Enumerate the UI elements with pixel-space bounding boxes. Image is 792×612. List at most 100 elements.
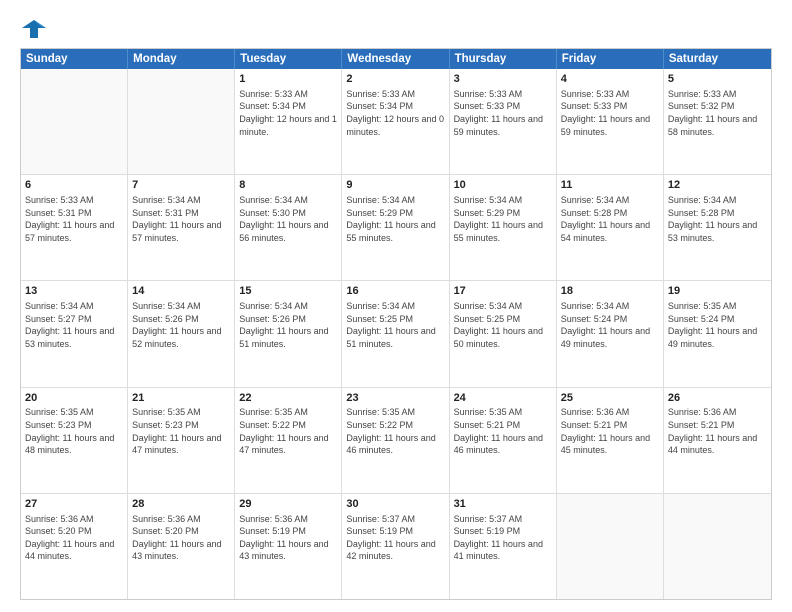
day-cell-empty xyxy=(557,494,664,599)
calendar-row-2: 6Sunrise: 5:33 AM Sunset: 5:31 PM Daylig… xyxy=(21,175,771,281)
day-info: Sunrise: 5:35 AM Sunset: 5:22 PM Dayligh… xyxy=(346,406,444,456)
day-info: Sunrise: 5:34 AM Sunset: 5:25 PM Dayligh… xyxy=(454,300,552,350)
day-cell-8: 8Sunrise: 5:34 AM Sunset: 5:30 PM Daylig… xyxy=(235,175,342,280)
day-number: 21 xyxy=(132,391,230,406)
day-cell-28: 28Sunrise: 5:36 AM Sunset: 5:20 PM Dayli… xyxy=(128,494,235,599)
day-number: 19 xyxy=(668,284,767,299)
calendar-row-5: 27Sunrise: 5:36 AM Sunset: 5:20 PM Dayli… xyxy=(21,494,771,599)
day-info: Sunrise: 5:37 AM Sunset: 5:19 PM Dayligh… xyxy=(454,513,552,563)
day-number: 23 xyxy=(346,391,444,406)
day-number: 17 xyxy=(454,284,552,299)
day-info: Sunrise: 5:35 AM Sunset: 5:22 PM Dayligh… xyxy=(239,406,337,456)
day-info: Sunrise: 5:34 AM Sunset: 5:29 PM Dayligh… xyxy=(454,194,552,244)
day-number: 28 xyxy=(132,497,230,512)
day-cell-25: 25Sunrise: 5:36 AM Sunset: 5:21 PM Dayli… xyxy=(557,388,664,493)
day-cell-6: 6Sunrise: 5:33 AM Sunset: 5:31 PM Daylig… xyxy=(21,175,128,280)
day-cell-27: 27Sunrise: 5:36 AM Sunset: 5:20 PM Dayli… xyxy=(21,494,128,599)
day-info: Sunrise: 5:36 AM Sunset: 5:19 PM Dayligh… xyxy=(239,513,337,563)
day-cell-2: 2Sunrise: 5:33 AM Sunset: 5:34 PM Daylig… xyxy=(342,69,449,174)
day-number: 25 xyxy=(561,391,659,406)
calendar: SundayMondayTuesdayWednesdayThursdayFrid… xyxy=(20,48,772,600)
day-number: 10 xyxy=(454,178,552,193)
page: SundayMondayTuesdayWednesdayThursdayFrid… xyxy=(0,0,792,612)
day-info: Sunrise: 5:33 AM Sunset: 5:33 PM Dayligh… xyxy=(454,88,552,138)
day-info: Sunrise: 5:36 AM Sunset: 5:20 PM Dayligh… xyxy=(25,513,123,563)
calendar-row-1: 1Sunrise: 5:33 AM Sunset: 5:34 PM Daylig… xyxy=(21,69,771,175)
day-cell-31: 31Sunrise: 5:37 AM Sunset: 5:19 PM Dayli… xyxy=(450,494,557,599)
day-cell-3: 3Sunrise: 5:33 AM Sunset: 5:33 PM Daylig… xyxy=(450,69,557,174)
day-number: 4 xyxy=(561,72,659,87)
day-info: Sunrise: 5:36 AM Sunset: 5:21 PM Dayligh… xyxy=(668,406,767,456)
day-number: 26 xyxy=(668,391,767,406)
day-info: Sunrise: 5:34 AM Sunset: 5:30 PM Dayligh… xyxy=(239,194,337,244)
day-cell-20: 20Sunrise: 5:35 AM Sunset: 5:23 PM Dayli… xyxy=(21,388,128,493)
day-number: 6 xyxy=(25,178,123,193)
day-cell-5: 5Sunrise: 5:33 AM Sunset: 5:32 PM Daylig… xyxy=(664,69,771,174)
day-cell-empty xyxy=(21,69,128,174)
day-number: 11 xyxy=(561,178,659,193)
day-cell-26: 26Sunrise: 5:36 AM Sunset: 5:21 PM Dayli… xyxy=(664,388,771,493)
day-number: 9 xyxy=(346,178,444,193)
day-cell-21: 21Sunrise: 5:35 AM Sunset: 5:23 PM Dayli… xyxy=(128,388,235,493)
day-cell-10: 10Sunrise: 5:34 AM Sunset: 5:29 PM Dayli… xyxy=(450,175,557,280)
header-day-sunday: Sunday xyxy=(21,49,128,69)
day-cell-18: 18Sunrise: 5:34 AM Sunset: 5:24 PM Dayli… xyxy=(557,281,664,386)
day-cell-24: 24Sunrise: 5:35 AM Sunset: 5:21 PM Dayli… xyxy=(450,388,557,493)
header-day-friday: Friday xyxy=(557,49,664,69)
day-number: 13 xyxy=(25,284,123,299)
day-cell-empty xyxy=(128,69,235,174)
day-info: Sunrise: 5:34 AM Sunset: 5:27 PM Dayligh… xyxy=(25,300,123,350)
day-number: 22 xyxy=(239,391,337,406)
day-number: 3 xyxy=(454,72,552,87)
header-day-thursday: Thursday xyxy=(450,49,557,69)
day-cell-23: 23Sunrise: 5:35 AM Sunset: 5:22 PM Dayli… xyxy=(342,388,449,493)
day-info: Sunrise: 5:33 AM Sunset: 5:31 PM Dayligh… xyxy=(25,194,123,244)
day-cell-22: 22Sunrise: 5:35 AM Sunset: 5:22 PM Dayli… xyxy=(235,388,342,493)
day-cell-7: 7Sunrise: 5:34 AM Sunset: 5:31 PM Daylig… xyxy=(128,175,235,280)
day-number: 1 xyxy=(239,72,337,87)
day-number: 5 xyxy=(668,72,767,87)
day-cell-17: 17Sunrise: 5:34 AM Sunset: 5:25 PM Dayli… xyxy=(450,281,557,386)
day-number: 27 xyxy=(25,497,123,512)
day-info: Sunrise: 5:34 AM Sunset: 5:25 PM Dayligh… xyxy=(346,300,444,350)
day-number: 8 xyxy=(239,178,337,193)
day-number: 16 xyxy=(346,284,444,299)
calendar-row-3: 13Sunrise: 5:34 AM Sunset: 5:27 PM Dayli… xyxy=(21,281,771,387)
day-cell-1: 1Sunrise: 5:33 AM Sunset: 5:34 PM Daylig… xyxy=(235,69,342,174)
day-info: Sunrise: 5:35 AM Sunset: 5:21 PM Dayligh… xyxy=(454,406,552,456)
day-cell-15: 15Sunrise: 5:34 AM Sunset: 5:26 PM Dayli… xyxy=(235,281,342,386)
day-info: Sunrise: 5:37 AM Sunset: 5:19 PM Dayligh… xyxy=(346,513,444,563)
day-cell-4: 4Sunrise: 5:33 AM Sunset: 5:33 PM Daylig… xyxy=(557,69,664,174)
day-info: Sunrise: 5:34 AM Sunset: 5:26 PM Dayligh… xyxy=(132,300,230,350)
day-number: 30 xyxy=(346,497,444,512)
header-day-tuesday: Tuesday xyxy=(235,49,342,69)
day-info: Sunrise: 5:34 AM Sunset: 5:29 PM Dayligh… xyxy=(346,194,444,244)
header-day-monday: Monday xyxy=(128,49,235,69)
day-info: Sunrise: 5:36 AM Sunset: 5:21 PM Dayligh… xyxy=(561,406,659,456)
day-cell-9: 9Sunrise: 5:34 AM Sunset: 5:29 PM Daylig… xyxy=(342,175,449,280)
day-cell-30: 30Sunrise: 5:37 AM Sunset: 5:19 PM Dayli… xyxy=(342,494,449,599)
day-number: 15 xyxy=(239,284,337,299)
day-info: Sunrise: 5:34 AM Sunset: 5:24 PM Dayligh… xyxy=(561,300,659,350)
calendar-header: SundayMondayTuesdayWednesdayThursdayFrid… xyxy=(21,49,771,69)
day-number: 7 xyxy=(132,178,230,193)
logo-icon xyxy=(20,18,48,40)
day-number: 14 xyxy=(132,284,230,299)
day-cell-13: 13Sunrise: 5:34 AM Sunset: 5:27 PM Dayli… xyxy=(21,281,128,386)
day-number: 12 xyxy=(668,178,767,193)
day-info: Sunrise: 5:33 AM Sunset: 5:34 PM Dayligh… xyxy=(239,88,337,138)
day-cell-14: 14Sunrise: 5:34 AM Sunset: 5:26 PM Dayli… xyxy=(128,281,235,386)
calendar-row-4: 20Sunrise: 5:35 AM Sunset: 5:23 PM Dayli… xyxy=(21,388,771,494)
calendar-body: 1Sunrise: 5:33 AM Sunset: 5:34 PM Daylig… xyxy=(21,69,771,599)
day-info: Sunrise: 5:34 AM Sunset: 5:28 PM Dayligh… xyxy=(668,194,767,244)
day-cell-12: 12Sunrise: 5:34 AM Sunset: 5:28 PM Dayli… xyxy=(664,175,771,280)
day-info: Sunrise: 5:33 AM Sunset: 5:33 PM Dayligh… xyxy=(561,88,659,138)
day-info: Sunrise: 5:35 AM Sunset: 5:23 PM Dayligh… xyxy=(25,406,123,456)
header-day-saturday: Saturday xyxy=(664,49,771,69)
day-number: 20 xyxy=(25,391,123,406)
header-day-wednesday: Wednesday xyxy=(342,49,449,69)
day-info: Sunrise: 5:34 AM Sunset: 5:31 PM Dayligh… xyxy=(132,194,230,244)
day-cell-16: 16Sunrise: 5:34 AM Sunset: 5:25 PM Dayli… xyxy=(342,281,449,386)
day-number: 29 xyxy=(239,497,337,512)
day-number: 2 xyxy=(346,72,444,87)
